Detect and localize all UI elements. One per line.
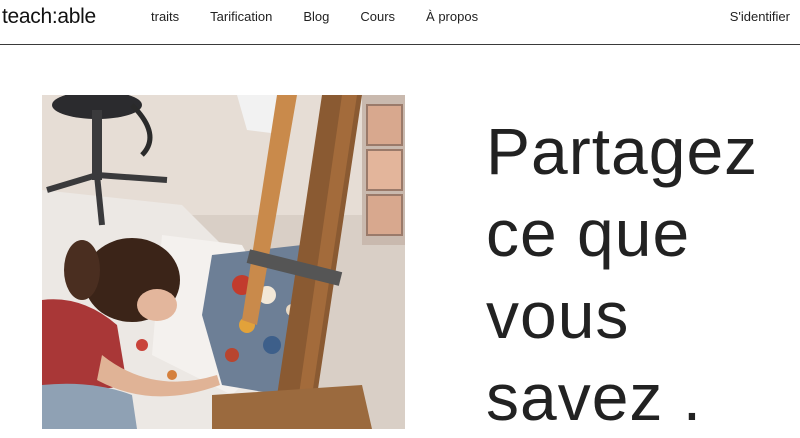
artist-painting-photo xyxy=(42,95,405,429)
main-nav: traits Tarification Blog Cours À propos xyxy=(151,9,509,25)
nav-link-courses[interactable]: Cours xyxy=(360,9,395,25)
artist-painting-illustration xyxy=(42,95,405,429)
hero-heading-line-3: vous xyxy=(486,278,630,352)
nav-link-traits[interactable]: traits xyxy=(151,9,179,25)
nav-link-about[interactable]: À propos xyxy=(426,9,478,25)
hero-heading-line-1: Partagez xyxy=(486,114,759,188)
teachable-logo[interactable]: teach:able xyxy=(2,5,96,29)
hero-heading-line-4: savez . xyxy=(486,360,703,434)
top-navigation-bar: teach:able traits Tarification Blog Cour… xyxy=(0,0,800,45)
nav-link-pricing[interactable]: Tarification xyxy=(210,9,272,25)
sign-in-link[interactable]: S'identifier xyxy=(730,9,790,24)
hero-heading-line-2: ce que xyxy=(486,196,691,270)
nav-link-blog[interactable]: Blog xyxy=(303,9,329,25)
hero-heading: Partagez ce que vous savez . xyxy=(486,110,796,438)
